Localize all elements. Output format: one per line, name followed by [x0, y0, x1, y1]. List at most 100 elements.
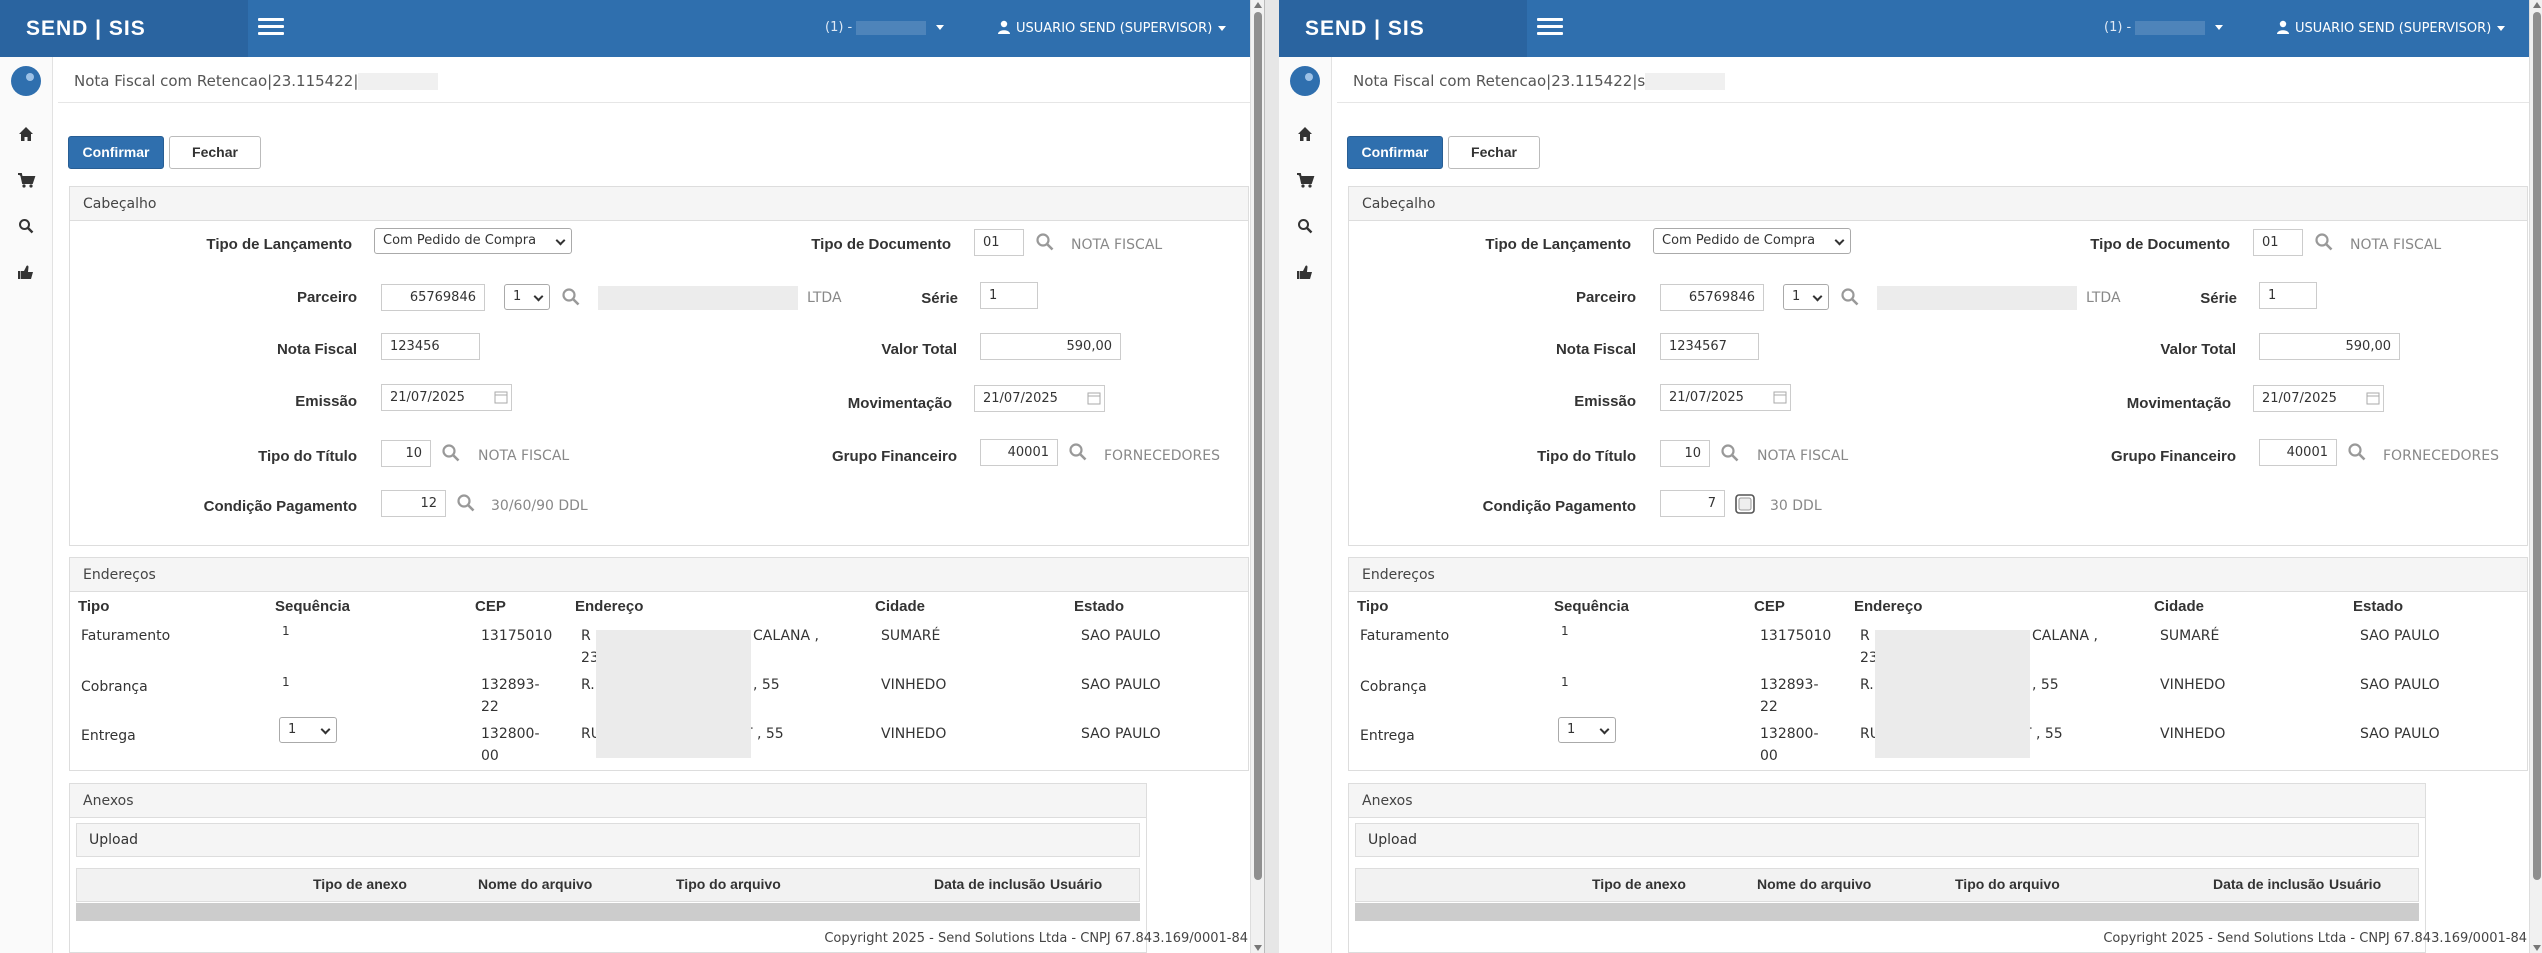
chevron-down-icon	[1599, 724, 1610, 735]
scrollbar-thumb[interactable]	[1254, 12, 1262, 880]
calendar-icon[interactable]	[1772, 389, 1788, 405]
movimentacao-date-input[interactable]: 21/07/2025	[2253, 385, 2384, 412]
scrollbar[interactable]	[1250, 0, 1264, 953]
parceiro-label: Parceiro	[1575, 289, 1636, 306]
field-value: 30/60/90 DDL	[491, 498, 588, 514]
address-cep-line2: 00	[1760, 748, 1778, 764]
upload-section[interactable]: Upload	[76, 823, 1140, 857]
condicao-pagamento-desc: 30/60/90 DDL	[491, 498, 588, 514]
scroll-up-arrow-icon[interactable]	[1254, 2, 1262, 8]
user-menu[interactable]: USUARIO SEND (SUPERVISOR)	[997, 20, 1227, 36]
close-button[interactable]: Fechar	[169, 136, 261, 169]
condicao-pagamento-input[interactable]: 12	[381, 490, 446, 517]
field-value: 21/07/2025	[983, 391, 1058, 406]
calendar-icon[interactable]	[493, 389, 509, 405]
search-icon[interactable]	[1840, 287, 1860, 307]
calendar-icon[interactable]	[2365, 390, 2381, 406]
nota-fiscal-label: Nota Fiscal	[276, 341, 357, 358]
column-header: Tipo	[78, 598, 110, 615]
tipo-documento-input[interactable]: 01	[974, 229, 1024, 256]
address-seq-select[interactable]: 1	[279, 717, 337, 743]
nota-fiscal-input[interactable]: 1234567	[1660, 333, 1759, 360]
grupo-financeiro-input[interactable]: 40001	[2259, 439, 2337, 466]
address-city: VINHEDO	[881, 677, 947, 693]
column-header: Endereço	[1854, 598, 1923, 615]
tipo-documento-input[interactable]: 01	[2253, 229, 2303, 256]
search-icon[interactable]	[1068, 442, 1088, 462]
search-button-focused-icon[interactable]	[1735, 494, 1755, 514]
parceiro-name-suffix: LTDA	[2086, 290, 2121, 306]
column-header: Tipo do arquivo	[1955, 876, 2060, 892]
search-icon[interactable]	[441, 443, 461, 463]
confirm-button[interactable]: Confirmar	[1347, 136, 1443, 169]
serie-label: Série	[921, 290, 958, 307]
field-value: NOTA FISCAL	[478, 448, 570, 464]
valor-total-input[interactable]: 590,00	[980, 333, 1121, 360]
user-menu[interactable]: USUARIO SEND (SUPERVISOR)	[2276, 20, 2506, 36]
field-value: 40001	[1007, 445, 1049, 460]
search-icon[interactable]	[2314, 232, 2334, 252]
confirm-button[interactable]: Confirmar	[68, 136, 164, 169]
scroll-down-arrow-icon[interactable]	[2533, 945, 2541, 951]
menu-toggle-icon[interactable]	[258, 18, 284, 38]
address-type: Faturamento	[81, 628, 171, 644]
nota-fiscal-input[interactable]: 123456	[381, 333, 480, 360]
search-icon[interactable]	[2347, 442, 2367, 462]
parceiro-code-input[interactable]: 65769846	[1660, 284, 1764, 311]
address-type: Cobrança	[1360, 679, 1427, 695]
calendar-icon[interactable]	[1086, 390, 1102, 406]
brand-logo[interactable]: SEND | SIS	[1279, 0, 1527, 57]
field-value: Com Pedido de Compra	[1662, 233, 1816, 248]
tipo-titulo-input[interactable]: 10	[1660, 440, 1710, 467]
home-icon[interactable]	[13, 121, 39, 147]
cart-icon[interactable]	[13, 167, 39, 193]
close-button[interactable]: Fechar	[1448, 136, 1540, 169]
scrollbar[interactable]	[2529, 0, 2542, 953]
search-icon[interactable]	[561, 287, 581, 307]
search-icon[interactable]	[1035, 232, 1055, 252]
upload-section[interactable]: Upload	[1355, 823, 2419, 857]
valor-total-input[interactable]: 590,00	[2259, 333, 2400, 360]
address-redacted	[596, 630, 751, 758]
search-icon[interactable]	[456, 493, 476, 513]
tipo-titulo-input[interactable]: 10	[381, 440, 431, 467]
address-city: SUMARÉ	[2160, 628, 2220, 644]
cart-icon[interactable]	[1292, 167, 1318, 193]
nota-fiscal-label: Nota Fiscal	[1555, 341, 1636, 358]
field-value: 1	[1792, 289, 1801, 304]
brand-logo[interactable]: SEND | SIS	[0, 0, 248, 57]
scrollbar-thumb[interactable]	[2533, 12, 2541, 880]
menu-toggle-icon[interactable]	[1537, 18, 1563, 38]
search-icon[interactable]	[1720, 443, 1740, 463]
tipo-lancamento-select[interactable]: Com Pedido de Compra	[1653, 228, 1851, 254]
grupo-financeiro-input[interactable]: 40001	[980, 439, 1058, 466]
address-street-tail: CALANA ,	[753, 628, 820, 644]
condicao-pagamento-input[interactable]: 7	[1660, 490, 1725, 517]
sidebar	[0, 57, 53, 953]
address-seq-select[interactable]: 1	[1558, 717, 1616, 743]
serie-input[interactable]: 1	[980, 282, 1038, 309]
home-icon[interactable]	[1292, 121, 1318, 147]
column-header: Tipo de anexo	[313, 876, 407, 892]
emissao-date-input[interactable]: 21/07/2025	[381, 384, 512, 411]
serie-input[interactable]: 1	[2259, 282, 2317, 309]
app-logo-icon[interactable]	[1289, 65, 1321, 97]
address-cep: 132893-	[481, 677, 540, 693]
movimentacao-date-input[interactable]: 21/07/2025	[974, 385, 1105, 412]
thumbs-up-icon[interactable]	[1292, 259, 1318, 285]
address-street: R	[581, 628, 591, 644]
app-logo-icon[interactable]	[10, 65, 42, 97]
thumbs-up-icon[interactable]	[13, 259, 39, 285]
parceiro-seq-select[interactable]: 1	[504, 284, 550, 310]
search-icon[interactable]	[1292, 213, 1318, 239]
search-icon[interactable]	[13, 213, 39, 239]
emissao-date-input[interactable]: 21/07/2025	[1660, 384, 1791, 411]
parceiro-code-input[interactable]: 65769846	[381, 284, 485, 311]
company-selector[interactable]: (1) -	[2104, 20, 2224, 35]
scroll-down-arrow-icon[interactable]	[1254, 945, 1262, 951]
scroll-up-arrow-icon[interactable]	[2533, 2, 2541, 8]
tipo-lancamento-select[interactable]: Com Pedido de Compra	[374, 228, 572, 254]
company-name-redacted	[856, 20, 927, 35]
company-selector[interactable]: (1) -	[825, 20, 945, 35]
parceiro-seq-select[interactable]: 1	[1783, 284, 1829, 310]
